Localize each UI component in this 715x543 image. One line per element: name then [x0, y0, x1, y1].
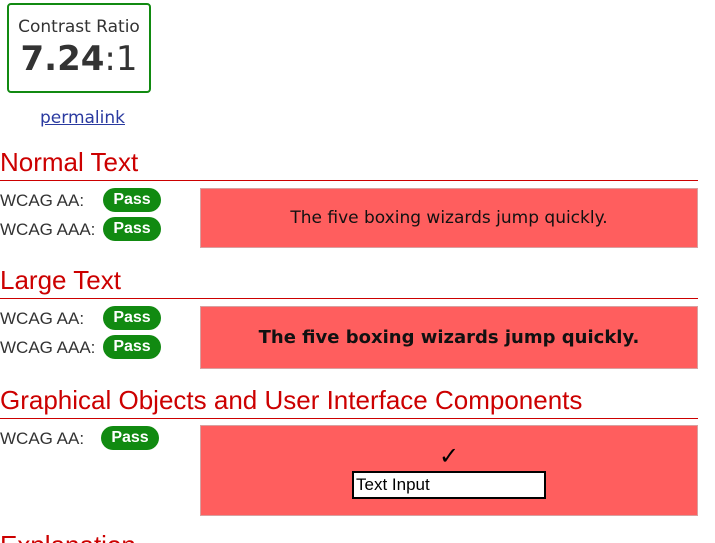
graphical-wcag-aa-badge: Pass	[101, 426, 159, 450]
contrast-ratio-suffix: :1	[104, 39, 138, 79]
contrast-checker-page: Contrast Ratio 7.24:1 permalink Normal T…	[0, 0, 715, 543]
contrast-ratio-value: 7.24:1	[9, 39, 149, 79]
large-wcag-aaa-label: WCAG AAA:	[0, 338, 96, 357]
normal-wcag-aa-badge: Pass	[103, 188, 161, 212]
ui-components-sample: ✓	[200, 425, 698, 516]
section-title-graphical-objects: Graphical Objects and User Interface Com…	[0, 385, 583, 415]
graphical-wcag-aa-label: WCAG AA:	[0, 429, 85, 448]
checkmark-icon: ✓	[438, 441, 460, 470]
section-divider-large	[0, 298, 698, 299]
normal-wcag-aa-label: WCAG AA:	[0, 191, 85, 210]
contrast-ratio-label: Contrast Ratio	[18, 17, 140, 37]
section-title-large-text: Large Text	[0, 265, 121, 295]
contrast-ratio-box: Contrast Ratio 7.24:1	[7, 3, 151, 93]
sample-text-input[interactable]	[352, 470, 546, 499]
section-divider-normal	[0, 180, 698, 181]
section-title-explanation: Explanation	[0, 530, 136, 543]
section-divider-graphical	[0, 418, 698, 419]
normal-wcag-aaa-badge: Pass	[103, 217, 161, 241]
contrast-ratio-number: 7.24	[20, 39, 105, 79]
section-title-normal-text: Normal Text	[0, 147, 139, 177]
large-wcag-aa-label: WCAG AA:	[0, 309, 85, 328]
large-wcag-aa-badge: Pass	[103, 306, 161, 330]
normal-text-sample: The five boxing wizards jump quickly.	[200, 188, 698, 248]
permalink-link[interactable]: permalink	[40, 108, 125, 128]
large-wcag-aaa-badge: Pass	[103, 335, 161, 359]
large-text-sample: The five boxing wizards jump quickly.	[200, 306, 698, 369]
large-text-sample-text: The five boxing wizards jump quickly.	[258, 327, 640, 348]
normal-wcag-aaa-label: WCAG AAA:	[0, 220, 96, 239]
normal-text-sample-text: The five boxing wizards jump quickly.	[290, 208, 608, 228]
